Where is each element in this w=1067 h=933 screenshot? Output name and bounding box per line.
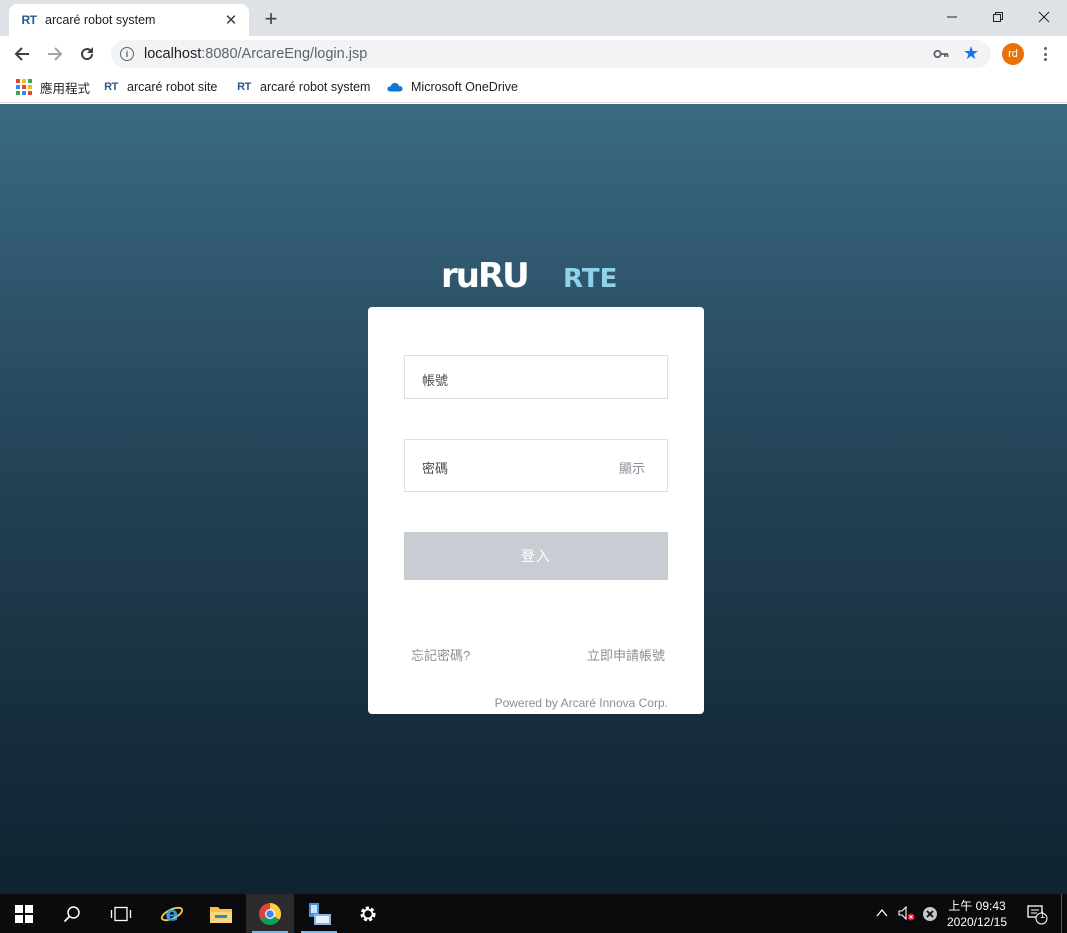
close-icon xyxy=(1038,11,1050,23)
action-center-button[interactable]: 1 xyxy=(1017,894,1057,933)
rurute-logo: ruRU RTE xyxy=(441,257,617,291)
key-icon[interactable] xyxy=(933,47,949,61)
url-path: :8080/ArcareEng/login.jsp xyxy=(201,46,368,62)
clock-date[interactable]: 2020/12/15 xyxy=(940,915,1014,929)
time-value: 09:43 xyxy=(975,899,1006,913)
gear-icon xyxy=(360,906,376,921)
rt-favicon-icon: RT xyxy=(237,81,251,93)
volume-muted-icon[interactable] xyxy=(898,906,916,922)
folder-icon xyxy=(210,906,232,923)
bookmark-label: Microsoft OneDrive xyxy=(411,80,518,94)
password-placeholder: 密碼 xyxy=(422,461,449,476)
minimize-icon xyxy=(947,16,957,18)
search-button[interactable] xyxy=(48,894,96,933)
bookmarks-bar: 應用程式 RT arcaré robot site RT arcaré robo… xyxy=(0,72,1067,103)
apps-grid-icon xyxy=(16,79,32,95)
network-disconnected-icon[interactable] xyxy=(922,906,938,922)
login-button[interactable]: 登入 xyxy=(404,532,668,580)
url-host: localhost xyxy=(144,46,202,62)
restore-window-button[interactable] xyxy=(975,0,1021,34)
notification-count: 1 xyxy=(1040,910,1046,920)
powered-by-text: Powered by Arcaré Innova Corp. xyxy=(494,696,668,710)
bookmark-apps[interactable]: 應用程式 xyxy=(16,78,90,96)
site-info-icon[interactable]: i xyxy=(120,47,134,61)
address-bar[interactable]: i localhost:8080/ArcareEng/login.jsp ★ xyxy=(111,40,991,68)
svg-text:e: e xyxy=(166,903,179,925)
search-icon xyxy=(63,905,80,922)
account-placeholder: 帳號 xyxy=(422,373,449,388)
forgot-password-link[interactable]: 忘記密碼? xyxy=(411,645,470,664)
register-account-link[interactable]: 立即申請帳號 xyxy=(587,645,665,664)
time-period: 上午 xyxy=(948,899,973,913)
back-arrow-icon xyxy=(14,47,29,61)
bookmark-label: arcaré robot site xyxy=(127,80,218,94)
bookmark-onedrive[interactable]: Microsoft OneDrive xyxy=(387,78,518,96)
account-field[interactable]: 帳號 xyxy=(404,355,668,399)
browser-menu-icon[interactable] xyxy=(1036,45,1054,63)
browser-tabstrip: RT arcaré robot system ✕ + xyxy=(0,0,1067,36)
start-button[interactable] xyxy=(0,894,48,933)
minimize-window-button[interactable] xyxy=(929,0,975,34)
reload-button[interactable] xyxy=(73,40,101,68)
internet-explorer-icon: e xyxy=(160,903,184,925)
forward-button[interactable] xyxy=(41,40,69,68)
chrome-button[interactable] xyxy=(246,894,294,933)
address-url: localhost:8080/ArcareEng/login.jsp xyxy=(144,46,367,62)
rt-favicon-icon: RT xyxy=(104,81,118,93)
browser-tab[interactable]: RT arcaré robot system ✕ xyxy=(9,4,249,36)
bookmark-label: 應用程式 xyxy=(40,81,91,96)
windows-logo-icon xyxy=(15,904,33,923)
remote-app-button[interactable] xyxy=(295,894,343,933)
task-view-button[interactable] xyxy=(97,894,145,933)
internet-explorer-button[interactable]: e xyxy=(148,894,196,933)
computer-network-icon xyxy=(309,902,331,925)
close-window-button[interactable] xyxy=(1021,0,1067,34)
close-tab-icon[interactable]: ✕ xyxy=(221,10,241,30)
new-tab-button[interactable]: + xyxy=(258,6,284,32)
bookmark-label: arcaré robot system xyxy=(260,80,371,94)
login-page: ruRU RTE 帳號 密碼 顯示 登入 忘記密碼? 立即申請帳號 Powere… xyxy=(0,104,1067,894)
clock-time[interactable]: 上午 09:43 xyxy=(940,897,1014,914)
logo-suffix: RTE xyxy=(563,264,617,291)
chrome-icon xyxy=(259,902,281,925)
password-field[interactable]: 密碼 顯示 xyxy=(404,439,668,492)
browser-toolbar: i localhost:8080/ArcareEng/login.jsp ★ r… xyxy=(0,36,1067,72)
tab-title: arcaré robot system xyxy=(45,13,156,27)
back-button[interactable] xyxy=(8,40,36,68)
settings-button[interactable] xyxy=(344,894,392,933)
show-password-toggle[interactable]: 顯示 xyxy=(619,458,645,477)
restore-icon xyxy=(993,12,1003,22)
show-hidden-icons-chevron-icon[interactable] xyxy=(876,908,888,918)
onedrive-cloud-icon xyxy=(387,79,403,95)
forward-arrow-icon xyxy=(48,47,63,61)
logo-text: ruRU xyxy=(441,257,528,291)
profile-avatar[interactable]: rd xyxy=(1002,43,1024,65)
file-explorer-button[interactable] xyxy=(197,894,245,933)
bookmark-robot-system[interactable]: RT arcaré robot system xyxy=(236,78,370,96)
login-card: 帳號 密碼 顯示 登入 忘記密碼? 立即申請帳號 Powered by Arca… xyxy=(368,307,704,714)
bookmark-star-icon[interactable]: ★ xyxy=(963,43,979,64)
rt-favicon-icon: RT xyxy=(21,13,38,27)
show-desktop-divider[interactable] xyxy=(1061,894,1062,933)
task-view-icon xyxy=(110,906,132,921)
windows-taskbar: e 上午 09:43 2020/12/15 1 xyxy=(0,894,1067,933)
reload-icon xyxy=(81,47,94,61)
bookmark-robot-site[interactable]: RT arcaré robot site xyxy=(103,78,217,96)
